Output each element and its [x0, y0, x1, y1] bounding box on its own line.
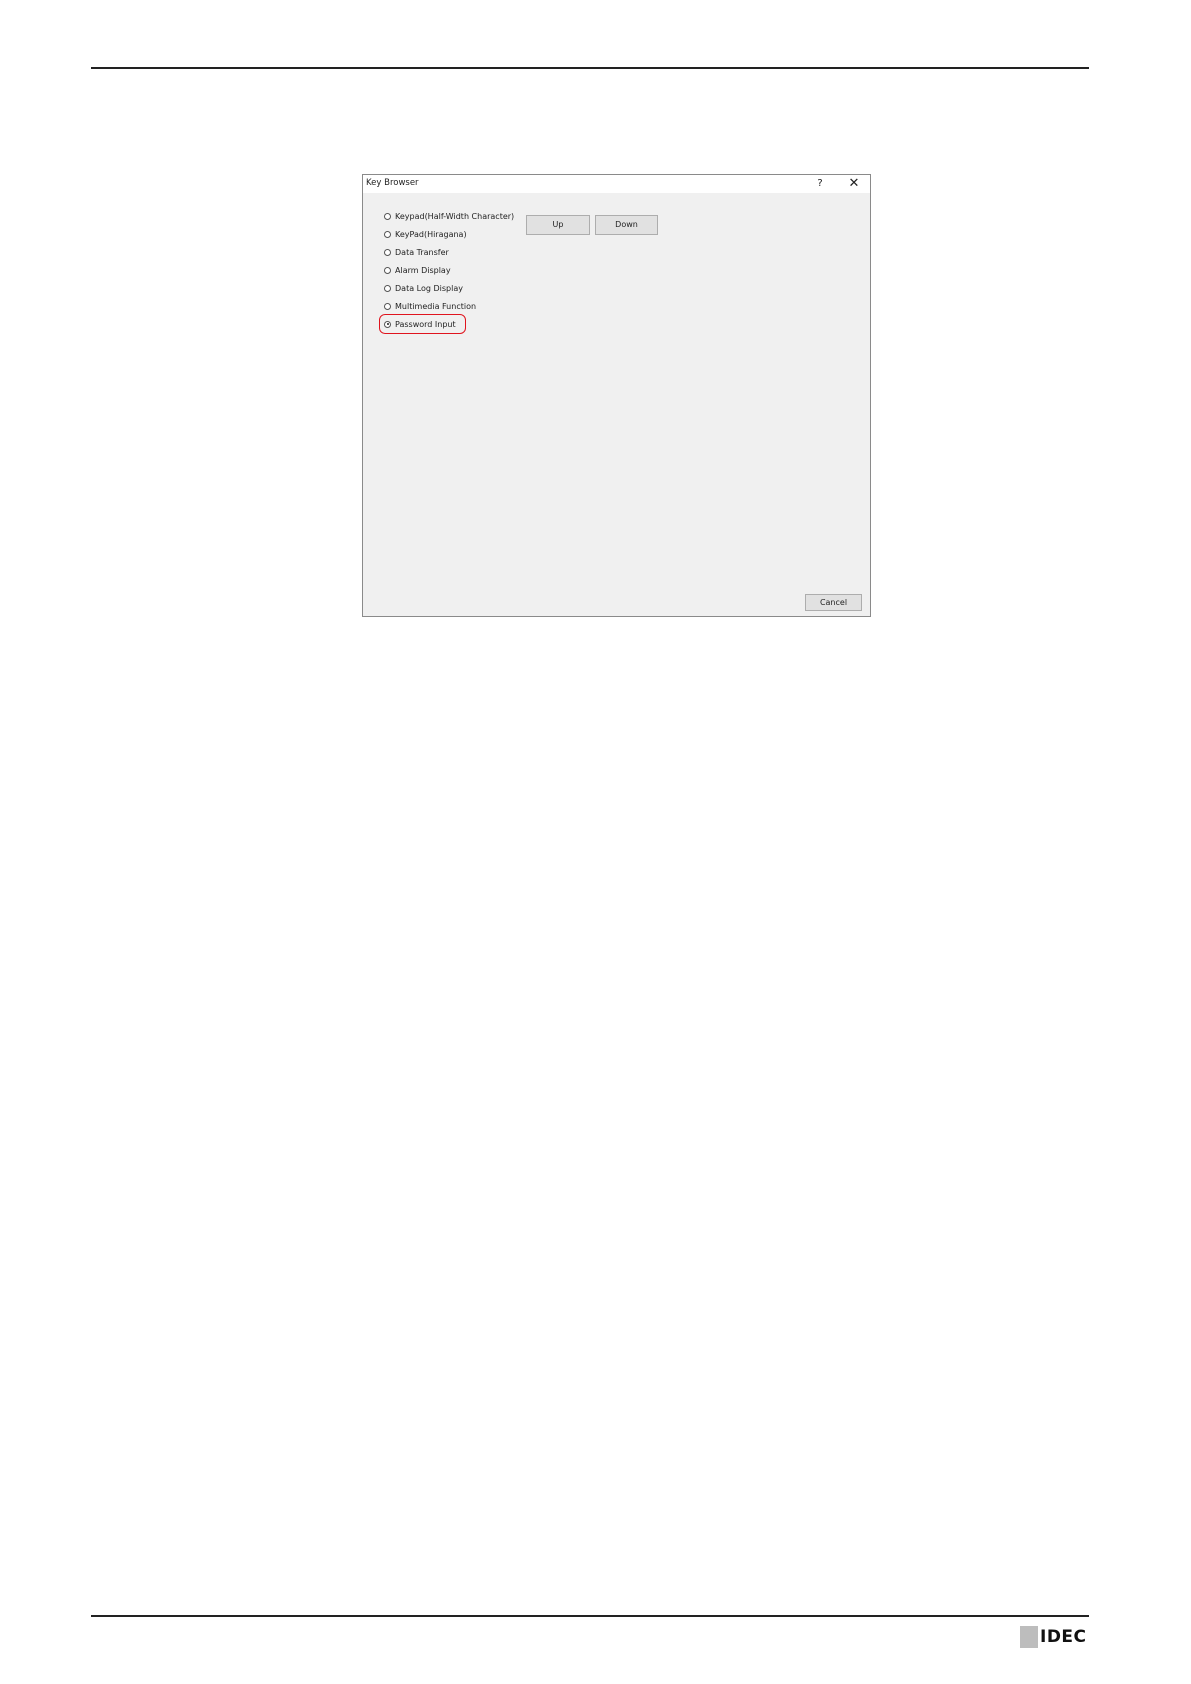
- radio-alarm-display[interactable]: Alarm Display: [384, 261, 514, 279]
- radio-button-icon[interactable]: [384, 230, 391, 238]
- radio-password-input[interactable]: Password Input: [379, 314, 514, 334]
- radio-multimedia-function[interactable]: Multimedia Function: [384, 297, 514, 315]
- radio-keypad-hiragana[interactable]: KeyPad(Hiragana): [384, 225, 514, 243]
- radio-button-checked-icon[interactable]: [384, 320, 391, 328]
- radio-label: KeyPad(Hiragana): [395, 229, 467, 239]
- key-browser-dialog: Key Browser ? ✕ Keypad(Half-Width Charac…: [362, 174, 871, 617]
- cancel-button[interactable]: Cancel: [805, 594, 862, 611]
- radio-data-transfer[interactable]: Data Transfer: [384, 243, 514, 261]
- radio-button-icon[interactable]: [384, 284, 391, 292]
- down-button[interactable]: Down: [595, 215, 658, 235]
- help-button[interactable]: ?: [809, 176, 831, 192]
- up-button[interactable]: Up: [526, 215, 590, 235]
- dialog-titlebar: Key Browser ? ✕: [363, 175, 870, 193]
- radio-label: Data Log Display: [395, 283, 463, 293]
- radio-label: Alarm Display: [395, 265, 451, 275]
- key-type-radio-group: Keypad(Half-Width Character) KeyPad(Hira…: [379, 207, 514, 334]
- radio-button-icon[interactable]: [384, 212, 391, 220]
- radio-label: Password Input: [395, 319, 456, 329]
- logo-text: IDEC: [1040, 1627, 1087, 1647]
- radio-label: Multimedia Function: [395, 301, 477, 311]
- close-button[interactable]: ✕: [843, 176, 865, 192]
- radio-label: Data Transfer: [395, 247, 449, 257]
- radio-data-log-display[interactable]: Data Log Display: [384, 279, 514, 297]
- idec-logo: IDEC: [1020, 1626, 1087, 1648]
- footer-rule: [91, 1615, 1089, 1617]
- dialog-title: Key Browser: [366, 178, 419, 188]
- logo-bar-icon: [1020, 1626, 1038, 1648]
- radio-button-icon[interactable]: [384, 266, 391, 274]
- header-rule: [91, 67, 1089, 69]
- radio-button-icon[interactable]: [384, 248, 391, 256]
- radio-button-icon[interactable]: [384, 302, 391, 310]
- radio-label: Keypad(Half-Width Character): [395, 211, 515, 221]
- radio-keypad-half-width[interactable]: Keypad(Half-Width Character): [384, 207, 514, 225]
